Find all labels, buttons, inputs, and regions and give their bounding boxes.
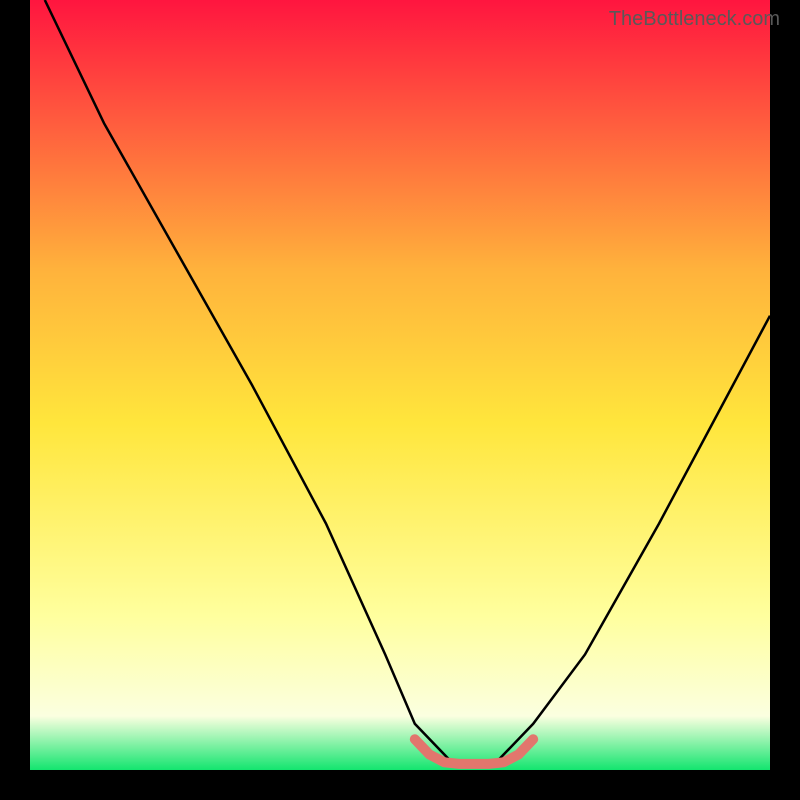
chart-area	[30, 0, 770, 770]
bottleneck-curve	[30, 0, 770, 770]
curve-line	[45, 0, 770, 766]
watermark-text: TheBottleneck.com	[609, 8, 780, 31]
